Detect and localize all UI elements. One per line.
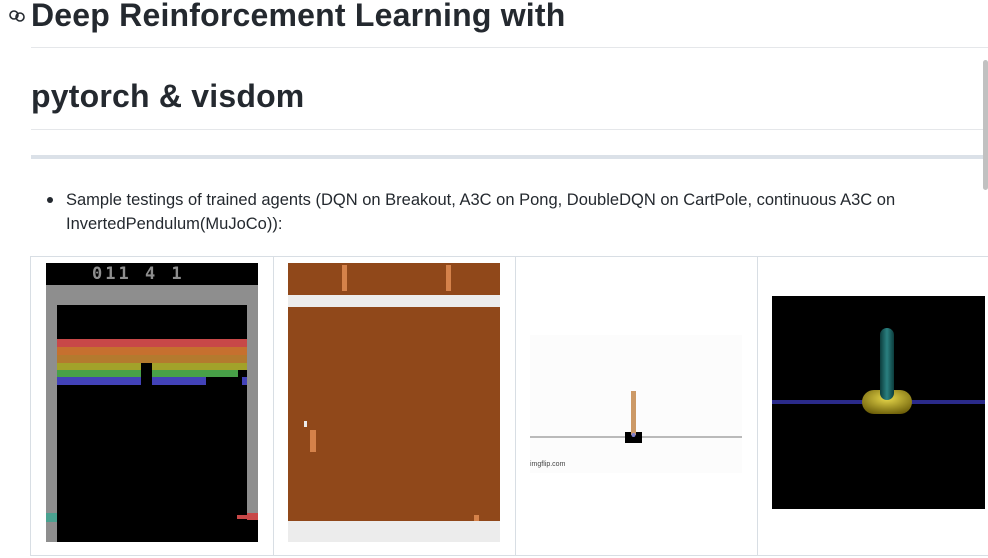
link-icon[interactable] [8, 9, 26, 23]
section-divider [31, 155, 988, 159]
table-column-divider [515, 257, 516, 555]
cartpole-watermark: imgflip.com [530, 461, 566, 468]
heading-divider [31, 47, 988, 48]
heading-divider [31, 129, 988, 130]
scrollbar[interactable] [983, 60, 988, 190]
sample-list: Sample testings of trained agents (DQN o… [47, 188, 966, 236]
page-title-line-1: Deep Reinforcement Learning with [31, 0, 566, 33]
table-column-divider [757, 257, 758, 555]
breakout-gif[interactable]: 011 4 1 [46, 263, 258, 542]
list-item-text: Sample testings of trained agents (DQN o… [66, 191, 896, 233]
cartpole-gif[interactable]: imgflip.com [530, 335, 742, 473]
inverted-pendulum-gif[interactable] [772, 296, 985, 509]
page-title-line-2: pytorch & visdom [31, 78, 305, 114]
pong-gif[interactable] [288, 263, 500, 542]
breakout-score: 011 4 1 [92, 264, 185, 284]
list-item: Sample testings of trained agents (DQN o… [47, 188, 966, 236]
bullet-dot [47, 197, 53, 203]
table-column-divider [273, 257, 274, 555]
